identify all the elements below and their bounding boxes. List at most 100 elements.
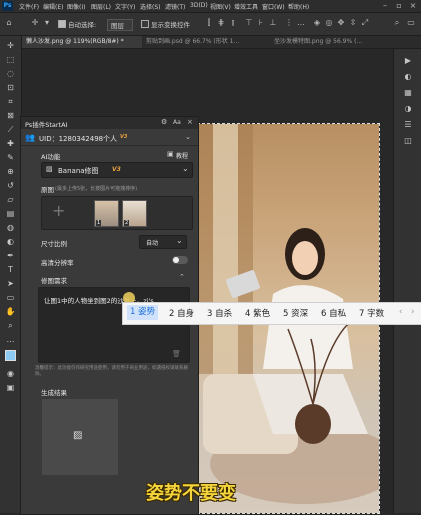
- frame-icon[interactable]: ⊠: [5, 110, 16, 121]
- zoom-icon[interactable]: ⌕: [5, 320, 16, 331]
- artboard-icon[interactable]: ⬚: [5, 54, 16, 65]
- more-tools-icon[interactable]: …: [5, 334, 16, 345]
- photoshop-logo: Ps: [2, 1, 13, 11]
- quick-mask-icon[interactable]: ◉: [5, 368, 16, 379]
- ime-candidate-4[interactable]: 4 紫色: [245, 307, 270, 319]
- history-brush-icon[interactable]: ↺: [5, 180, 16, 191]
- add-image-icon[interactable]: +: [52, 201, 65, 220]
- orbit-icon[interactable]: ◎: [324, 18, 334, 28]
- ime-candidate-2[interactable]: 2 自身: [169, 307, 194, 319]
- upload-area: + 1 2: [41, 196, 193, 230]
- thumbnail-2[interactable]: 2: [122, 200, 147, 227]
- move-tool-icon[interactable]: ✛: [5, 40, 16, 51]
- tab-document-3[interactable]: 坐沙发模特图.png @ 56.9% (...: [270, 36, 421, 48]
- layers-icon[interactable]: ◫: [402, 135, 414, 147]
- scale-3d-icon[interactable]: ⤢: [360, 18, 370, 28]
- menu-plugins[interactable]: 增效工具: [234, 2, 258, 11]
- pan-3d-icon[interactable]: ✥: [336, 18, 346, 28]
- align-middle-icon[interactable]: ⊦: [256, 18, 266, 28]
- align-top-icon[interactable]: ⊤: [244, 18, 254, 28]
- ratio-dropdown[interactable]: 自动 ⌄: [139, 235, 187, 249]
- align-left-icon[interactable]: ⫿: [204, 18, 214, 28]
- font-size-icon[interactable]: Aa: [173, 119, 181, 126]
- foreground-color-swatch[interactable]: [5, 350, 16, 361]
- gradient-icon[interactable]: ▤: [5, 208, 16, 219]
- color-icon[interactable]: ◐: [402, 71, 414, 83]
- menu-layer[interactable]: 图层(L): [91, 2, 111, 11]
- tab-document-1[interactable]: 懒人沙发.png @ 119%(RGB/8#) *: [22, 36, 145, 48]
- slide-3d-icon[interactable]: ⇳: [348, 18, 358, 28]
- tab-document-2[interactable]: 剪贴到画.psd @ 66.7% (形状 1...: [142, 36, 273, 48]
- menu-edit[interactable]: 编辑(E): [43, 2, 63, 11]
- align-right-icon[interactable]: ⫾: [228, 18, 238, 28]
- uid-chevron-down-icon[interactable]: ⌄: [185, 133, 191, 141]
- healing-brush-icon[interactable]: ✚: [5, 138, 16, 149]
- model-dropdown[interactable]: ▨ Banana修图 V3 ⌄: [41, 162, 193, 178]
- chevron-down-icon[interactable]: ▾: [42, 18, 52, 28]
- result-preview[interactable]: ▨: [41, 398, 119, 476]
- menu-filter[interactable]: 滤镜(T): [165, 2, 185, 11]
- lasso-icon[interactable]: ◌: [5, 68, 16, 79]
- ime-candidate-7[interactable]: 7 字数: [359, 307, 384, 319]
- swatches-icon[interactable]: ▦: [402, 87, 414, 99]
- close-panel-icon[interactable]: ×: [187, 118, 193, 126]
- menu-view[interactable]: 视图(V): [210, 2, 231, 11]
- toggle-knob: [173, 257, 179, 263]
- 3d-mode-icon[interactable]: ◈: [312, 18, 322, 28]
- history-icon[interactable]: ▶: [402, 55, 414, 67]
- maximize-icon[interactable]: ▫: [392, 0, 406, 12]
- ime-candidate-5[interactable]: 5 资深: [283, 307, 308, 319]
- libraries-icon[interactable]: ☰: [402, 119, 414, 131]
- menu-type[interactable]: 文字(Y): [115, 2, 135, 11]
- ime-candidate-1[interactable]: 1 姿势: [127, 305, 159, 320]
- tutorial-link[interactable]: 教程: [176, 151, 188, 160]
- menu-image[interactable]: 图像(I): [67, 2, 85, 11]
- menu-3d[interactable]: 3D(D): [190, 2, 208, 9]
- align-center-icon[interactable]: ⋕: [216, 18, 226, 28]
- thumbnail-1[interactable]: 1: [94, 200, 119, 227]
- type-icon[interactable]: T: [5, 264, 16, 275]
- rectangle-icon[interactable]: ▭: [5, 292, 16, 303]
- menu-help[interactable]: 帮助(H): [288, 2, 309, 11]
- move-tool-icon[interactable]: ✛: [30, 18, 40, 28]
- align-bottom-icon[interactable]: ⊥: [268, 18, 278, 28]
- workspace-icon[interactable]: ▭: [406, 18, 416, 28]
- chevron-up-icon[interactable]: ⌃: [179, 273, 185, 281]
- menu-select[interactable]: 选择(S): [140, 2, 161, 11]
- home-icon[interactable]: ⌂: [4, 18, 14, 28]
- dodge-icon[interactable]: ◐: [5, 236, 16, 247]
- menu-file[interactable]: 文件(F): [19, 2, 39, 11]
- hand-icon[interactable]: ✋: [5, 306, 16, 317]
- options-bar: ⌂ ✛ ▾ 自动选择: 图层 显示变换控件 ⫿ ⋕ ⫾ ⊤ ⊦ ⊥ ⋮ … ◈ …: [0, 13, 421, 36]
- search-icon[interactable]: ⌕: [392, 18, 402, 28]
- screen-mode-icon[interactable]: ▣: [5, 382, 16, 393]
- eraser-icon[interactable]: ▱: [5, 194, 16, 205]
- eyedropper-icon[interactable]: ⟋: [5, 124, 16, 135]
- ime-prev-icon[interactable]: ‹: [399, 307, 402, 317]
- ime-candidate-3[interactable]: 3 自杀: [207, 307, 232, 319]
- distribute-icon[interactable]: ⋮: [284, 18, 294, 28]
- trash-icon[interactable]: 🗑: [172, 350, 181, 358]
- brush-icon[interactable]: ✎: [5, 152, 16, 163]
- path-select-icon[interactable]: ➤: [5, 278, 16, 289]
- tutorial-icon[interactable]: ▣: [167, 150, 174, 158]
- show-transform-checkbox[interactable]: 显示变换控件: [141, 19, 190, 29]
- object-select-icon[interactable]: ⊡: [5, 82, 16, 93]
- settings-icon[interactable]: ⚙: [161, 118, 167, 126]
- crop-icon[interactable]: ⌗: [5, 96, 16, 107]
- auto-select-dropdown[interactable]: 图层: [107, 19, 133, 31]
- ime-candidate-6[interactable]: 6 自私: [321, 307, 346, 319]
- hires-toggle[interactable]: [172, 256, 188, 264]
- prompt-textarea[interactable]: 让图1中的人物坐到图2的沙发上。zi's 🗑: [38, 287, 190, 363]
- blur-icon[interactable]: ◍: [5, 222, 16, 233]
- more-options-icon[interactable]: …: [296, 18, 306, 28]
- minimize-icon[interactable]: –: [378, 0, 392, 12]
- original-hint: (最多上传5张，长按图片可拖拽排序): [55, 186, 138, 192]
- ime-next-icon[interactable]: ›: [411, 307, 414, 317]
- menu-window[interactable]: 窗口(W): [262, 2, 285, 11]
- close-icon[interactable]: ×: [406, 0, 420, 12]
- adjustments-icon[interactable]: ◑: [402, 103, 414, 115]
- auto-select-checkbox[interactable]: 自动选择:: [58, 19, 96, 29]
- pen-icon[interactable]: ✒: [5, 250, 16, 261]
- stamp-icon[interactable]: ⊕: [5, 166, 16, 177]
